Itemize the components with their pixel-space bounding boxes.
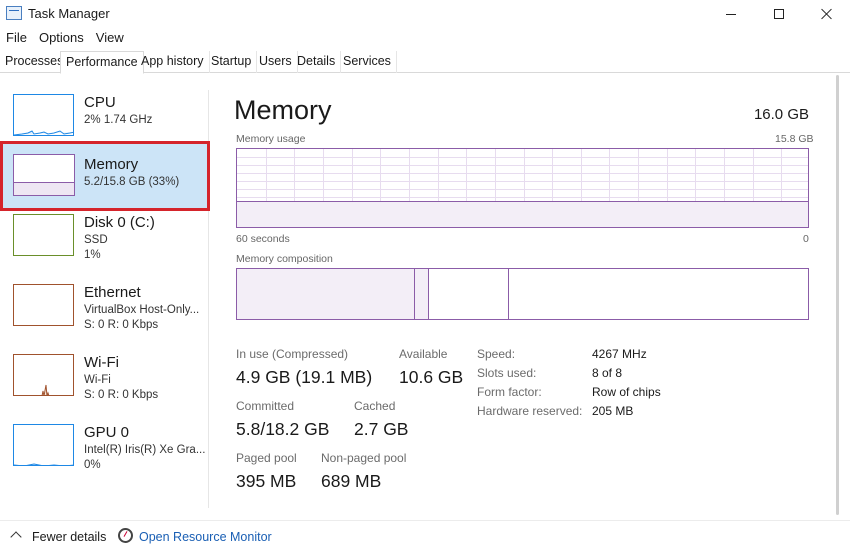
maximize-button[interactable] — [756, 0, 802, 28]
cached-label: Cached — [354, 399, 396, 413]
ethernet-graph-icon — [13, 284, 74, 326]
memory-usage-max: 15.8 GB — [775, 133, 814, 145]
title-bar: Task Manager — [0, 0, 850, 28]
in-use-value: 4.9 GB (19.1 MB) — [236, 367, 373, 387]
task-manager-icon — [6, 6, 22, 20]
sidebar-item-detail-2: 0% — [84, 459, 101, 471]
tab-services[interactable]: Services — [338, 51, 397, 73]
sidebar-item-detail: 5.2/15.8 GB (33%) — [84, 176, 180, 188]
sidebar-item-detail: Intel(R) Iris(R) Xe Gra... — [84, 444, 206, 456]
committed-label: Committed — [236, 399, 295, 413]
gpu-graph-icon — [13, 424, 74, 466]
sidebar-item-wifi[interactable]: Wi-Fi Wi-Fi S: 0 R: 0 Kbps — [4, 348, 208, 412]
non-paged-pool-value: 689 MB — [321, 471, 382, 491]
menu-view[interactable]: View — [90, 28, 130, 48]
sidebar-item-detail: VirtualBox Host-Only... — [84, 304, 200, 316]
sidebar-item-detail: 2% 1.74 GHz — [84, 114, 153, 126]
sidebar-item-title: Memory — [84, 156, 139, 173]
page-title: Memory — [234, 95, 332, 125]
minimize-icon — [726, 13, 736, 15]
sidebar-item-disk[interactable]: Disk 0 (C:) SSD 1% — [4, 208, 208, 272]
scrollbar[interactable] — [836, 75, 839, 515]
wifi-graph-icon — [13, 354, 74, 396]
hardware-reserved-label: Hardware reserved: — [477, 404, 583, 418]
paged-pool-label: Paged pool — [236, 451, 297, 465]
cached-value: 2.7 GB — [354, 419, 409, 439]
sidebar-item-title: Wi-Fi — [84, 354, 119, 371]
sidebar-item-detail: Wi-Fi — [84, 374, 111, 386]
sidebar-item-detail-2: S: 0 R: 0 Kbps — [84, 319, 159, 331]
tab-bar: Processes Performance App history Startu… — [0, 51, 850, 74]
slots-label: Slots used: — [477, 366, 537, 380]
speed-label: Speed: — [477, 347, 516, 361]
composition-in-use[interactable] — [237, 269, 415, 319]
sidebar-item-detail: SSD — [84, 234, 108, 246]
sidebar-item-title: CPU — [84, 94, 116, 111]
tab-details[interactable]: Details — [292, 51, 342, 73]
non-paged-pool-label: Non-paged pool — [321, 451, 407, 465]
footer: Fewer details Open Resource Monitor — [0, 520, 850, 558]
window-title: Task Manager — [28, 6, 110, 21]
composition-standby[interactable] — [428, 269, 510, 319]
cpu-graph-icon — [13, 94, 74, 136]
tab-processes[interactable]: Processes — [0, 51, 70, 73]
committed-value: 5.8/18.2 GB — [236, 419, 330, 439]
tab-app-history[interactable]: App history — [136, 51, 210, 73]
menu-bar: File Options View — [0, 28, 130, 48]
tab-performance[interactable]: Performance — [60, 51, 144, 74]
sidebar-item-ethernet[interactable]: Ethernet VirtualBox Host-Only... S: 0 R:… — [4, 278, 208, 342]
resource-monitor-icon — [118, 528, 133, 543]
memory-usage-label: Memory usage — [236, 133, 306, 145]
sidebar-item-gpu[interactable]: GPU 0 Intel(R) Iris(R) Xe Gra... 0% — [4, 418, 208, 482]
memory-usage-fill — [237, 201, 808, 227]
menu-options[interactable]: Options — [33, 28, 90, 48]
memory-composition-bar — [236, 268, 809, 320]
sidebar-item-title: GPU 0 — [84, 424, 130, 441]
maximize-icon — [774, 9, 784, 19]
minimize-button[interactable] — [708, 0, 754, 28]
sidebar-item-detail-2: 1% — [84, 249, 101, 261]
hardware-reserved-value: 205 MB — [592, 404, 634, 418]
disk-graph-icon — [13, 214, 74, 256]
chevron-up-icon — [10, 531, 22, 543]
sidebar-item-detail-2: S: 0 R: 0 Kbps — [84, 389, 159, 401]
time-range-end: 0 — [803, 233, 809, 245]
close-icon — [821, 8, 833, 20]
paged-pool-value: 395 MB — [236, 471, 297, 491]
form-factor-value: Row of chips — [592, 385, 661, 399]
in-use-label: In use (Compressed) — [236, 347, 349, 361]
time-range-start: 60 seconds — [236, 233, 290, 245]
memory-composition-label: Memory composition — [236, 253, 333, 265]
form-factor-label: Form factor: — [477, 385, 542, 399]
tab-startup[interactable]: Startup — [206, 51, 258, 73]
available-value: 10.6 GB — [399, 367, 464, 387]
composition-modified[interactable] — [414, 269, 429, 319]
fewer-details-button[interactable]: Fewer details — [32, 530, 106, 544]
close-button[interactable] — [804, 0, 850, 28]
speed-value: 4267 MHz — [592, 347, 647, 361]
sidebar-item-memory[interactable]: Memory 5.2/15.8 GB (33%) — [0, 141, 210, 211]
sidebar-item-title: Disk 0 (C:) — [84, 214, 155, 231]
memory-graph-icon — [13, 154, 75, 196]
available-label: Available — [399, 347, 448, 361]
open-resource-monitor-link[interactable]: Open Resource Monitor — [139, 530, 272, 544]
sidebar-item-title: Ethernet — [84, 284, 141, 301]
slots-value: 8 of 8 — [592, 366, 623, 380]
total-memory: 16.0 GB — [753, 106, 809, 123]
memory-usage-graph — [236, 148, 809, 228]
menu-file[interactable]: File — [0, 28, 33, 48]
